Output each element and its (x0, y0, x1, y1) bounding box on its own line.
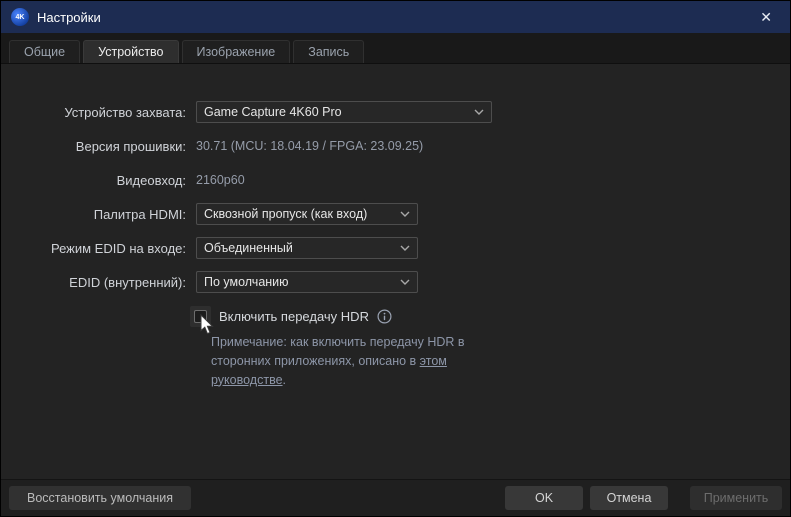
edid-mode-label: Режим EDID на входе: (1, 241, 186, 256)
tab-device[interactable]: Устройство (83, 40, 178, 63)
tab-image[interactable]: Изображение (182, 40, 291, 63)
app-logo-text: 4K (16, 14, 25, 21)
hdr-toggle-label: Включить передачу HDR (219, 309, 369, 324)
capture-device-row: Устройство захвата: Game Capture 4K60 Pr… (1, 101, 790, 123)
edid-mode-select[interactable]: Объединенный (196, 237, 418, 259)
chevron-down-icon (400, 245, 410, 251)
edid-internal-row: EDID (внутренний): По умолчанию (1, 271, 790, 293)
hdr-checkbox-hover (190, 306, 211, 327)
close-icon[interactable]: ✕ (752, 8, 780, 26)
capture-device-label: Устройство захвата: (1, 105, 186, 120)
settings-window: 4K Настройки ✕ Общие Устройство Изображе… (0, 0, 791, 517)
cancel-button[interactable]: Отмена (590, 486, 668, 510)
hdr-checkbox[interactable] (194, 310, 207, 323)
app-logo-icon: 4K (11, 8, 29, 26)
device-settings-panel: Устройство захвата: Game Capture 4K60 Pr… (1, 64, 790, 389)
hdmi-palette-select[interactable]: Сквозной пропуск (как вход) (196, 203, 418, 225)
firmware-label: Версия прошивки: (1, 139, 186, 154)
chevron-down-icon (474, 109, 484, 115)
tab-general[interactable]: Общие (9, 40, 80, 63)
window-title: Настройки (37, 10, 101, 25)
hdr-note: Примечание: как включить передачу HDR в … (211, 333, 471, 389)
video-input-label: Видеовход: (1, 173, 186, 188)
ok-button[interactable]: OK (505, 486, 583, 510)
edid-internal-label: EDID (внутренний): (1, 275, 186, 290)
chevron-down-icon (400, 211, 410, 217)
firmware-row: Версия прошивки: 30.71 (MCU: 18.04.19 / … (1, 135, 790, 157)
capture-device-value: Game Capture 4K60 Pro (204, 105, 342, 119)
edid-mode-value: Объединенный (204, 241, 293, 255)
edid-internal-select[interactable]: По умолчанию (196, 271, 418, 293)
capture-device-select[interactable]: Game Capture 4K60 Pro (196, 101, 492, 123)
hdmi-palette-value: Сквозной пропуск (как вход) (204, 207, 367, 221)
tab-bar: Общие Устройство Изображение Запись (1, 33, 790, 64)
info-icon[interactable] (377, 309, 392, 324)
hdr-note-period: . (283, 373, 286, 387)
hdr-toggle-row: Включить передачу HDR (190, 305, 790, 327)
apply-button[interactable]: Применить (690, 486, 782, 510)
hdmi-palette-row: Палитра HDMI: Сквозной пропуск (как вход… (1, 203, 790, 225)
edid-mode-row: Режим EDID на входе: Объединенный (1, 237, 790, 259)
edid-internal-value: По умолчанию (204, 275, 289, 289)
footer-bar: Восстановить умолчания OK Отмена Примени… (1, 479, 790, 516)
video-input-row: Видеовход: 2160p60 (1, 169, 790, 191)
video-input-value: 2160p60 (196, 173, 245, 187)
restore-defaults-button[interactable]: Восстановить умолчания (9, 486, 191, 510)
chevron-down-icon (400, 279, 410, 285)
titlebar[interactable]: 4K Настройки ✕ (1, 1, 790, 33)
firmware-value: 30.71 (MCU: 18.04.19 / FPGA: 23.09.25) (196, 139, 423, 153)
hdmi-palette-label: Палитра HDMI: (1, 207, 186, 222)
tab-recording[interactable]: Запись (293, 40, 364, 63)
